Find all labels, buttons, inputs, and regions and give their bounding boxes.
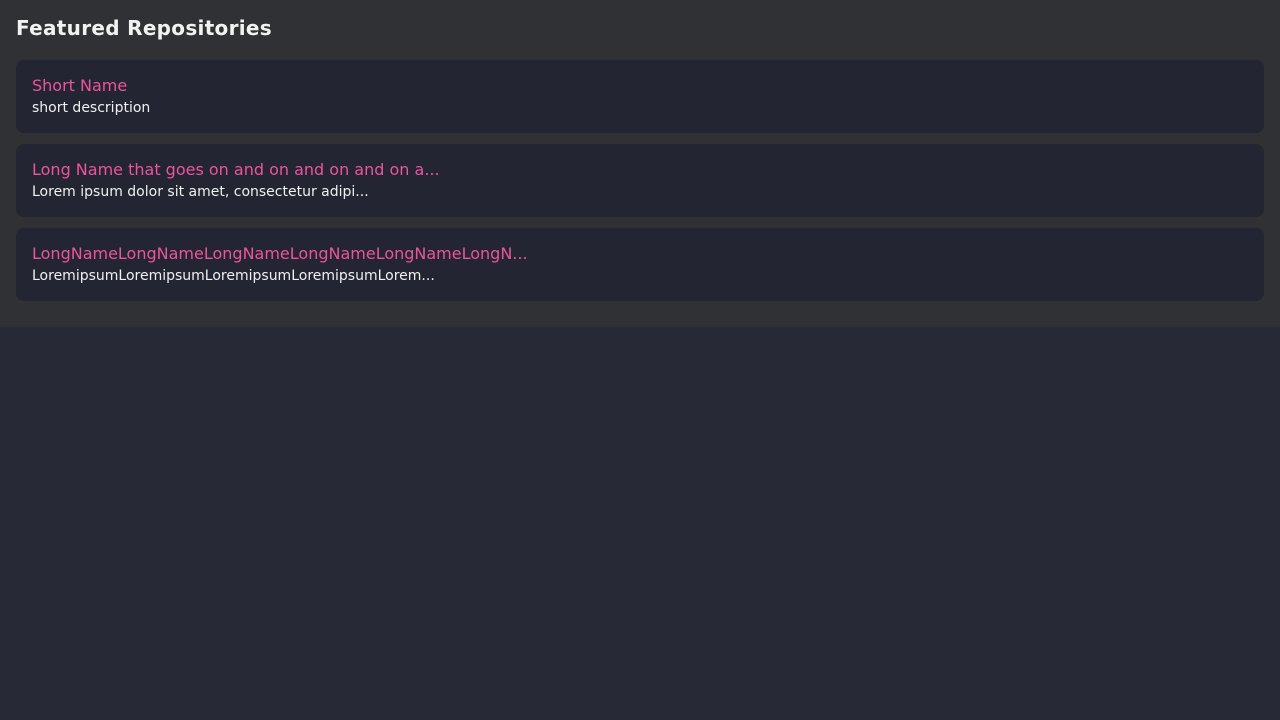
- repo-card[interactable]: Short Name short description: [16, 60, 1264, 133]
- repo-list: Short Name short description Long Name t…: [16, 60, 1264, 301]
- repo-description: short description: [32, 98, 1248, 119]
- repo-name-link[interactable]: LongNameLongNameLongNameLongNameLongName…: [32, 242, 1248, 266]
- repo-name-link[interactable]: Short Name: [32, 74, 1248, 98]
- repo-description: LoremipsumLoremipsumLoremipsumLoremipsum…: [32, 266, 1248, 287]
- featured-repositories-panel: Featured Repositories Short Name short d…: [0, 0, 1280, 327]
- repo-card[interactable]: LongNameLongNameLongNameLongNameLongName…: [16, 228, 1264, 301]
- repo-name-link[interactable]: Long Name that goes on and on and on and…: [32, 158, 1248, 182]
- repo-card[interactable]: Long Name that goes on and on and on and…: [16, 144, 1264, 217]
- repo-description: Lorem ipsum dolor sit amet, consectetur …: [32, 182, 1248, 203]
- panel-title: Featured Repositories: [16, 16, 1264, 40]
